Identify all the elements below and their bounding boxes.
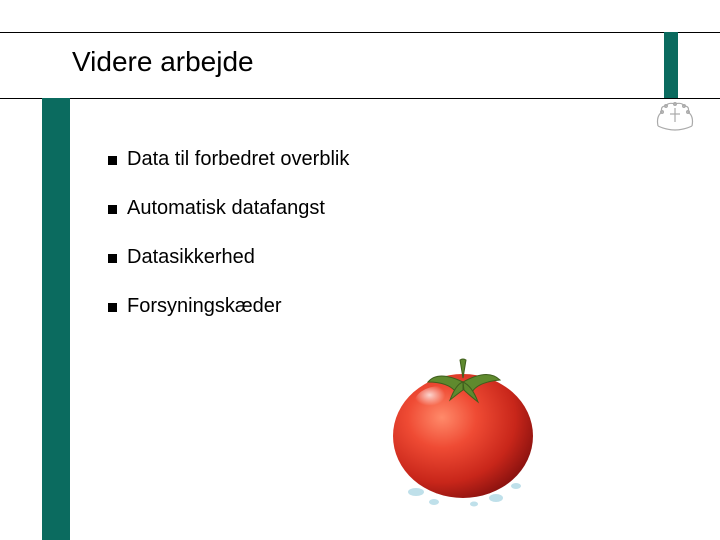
- tomato-image: [378, 352, 548, 512]
- bullet-list: Data til forbedret overblik Automatisk d…: [108, 148, 600, 344]
- left-accent-bar: [42, 98, 70, 540]
- bullet-text: Forsyningskæder: [127, 295, 282, 318]
- bullet-icon: [108, 254, 117, 263]
- list-item: Forsyningskæder: [108, 295, 600, 318]
- crown-logo-icon: [652, 100, 698, 136]
- top-rule: [0, 32, 720, 33]
- list-item: Datasikkerhed: [108, 246, 600, 269]
- bullet-text: Data til forbedret overblik: [127, 148, 349, 171]
- ministry-vertical-text: Ministeriet for Fødevarer, Landbrug og F…: [707, 504, 718, 540]
- slide: Videre arbejde Ministeriet for Fødevarer…: [0, 0, 720, 540]
- slide-title: Videre arbejde: [72, 46, 254, 78]
- bullet-text: Automatisk datafangst: [127, 197, 325, 220]
- bullet-icon: [108, 156, 117, 165]
- list-item: Data til forbedret overblik: [108, 148, 600, 171]
- bullet-text: Datasikkerhed: [127, 246, 255, 269]
- list-item: Automatisk datafangst: [108, 197, 600, 220]
- mid-rule: [0, 98, 720, 99]
- bullet-icon: [108, 205, 117, 214]
- right-accent-bar: [664, 32, 678, 98]
- bullet-icon: [108, 303, 117, 312]
